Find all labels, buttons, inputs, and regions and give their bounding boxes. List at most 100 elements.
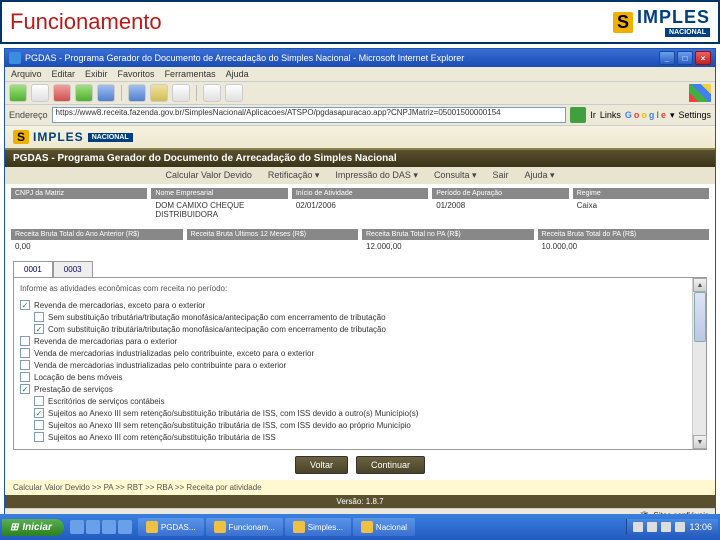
ql-icon[interactable] xyxy=(86,520,100,534)
menu-retificacao[interactable]: Retificação ▾ xyxy=(268,170,320,181)
minimize-button[interactable]: _ xyxy=(659,51,675,65)
print-icon[interactable] xyxy=(225,84,243,102)
logo-text: IMPLES xyxy=(637,7,710,28)
menu-impressao[interactable]: Impressão do DAS ▾ xyxy=(335,170,418,181)
voltar-button[interactable]: Voltar xyxy=(295,456,348,474)
forward-icon[interactable] xyxy=(31,84,49,102)
info-value: DOM CAMIXO CHEQUE DISTRIBUIDORA xyxy=(151,199,287,221)
list-item: Revenda de mercadorias, exceto para o ex… xyxy=(20,299,700,311)
quick-launch xyxy=(66,520,136,534)
checkbox-label: Com substituição tributária/tributação m… xyxy=(48,325,386,334)
checkbox[interactable] xyxy=(34,324,44,334)
checkbox[interactable] xyxy=(20,372,30,382)
checkbox[interactable] xyxy=(20,360,30,370)
list-item: Locação de bens móveis xyxy=(20,371,700,383)
taskbar-item[interactable]: Nacional xyxy=(353,518,415,536)
panel-title: Informe as atividades econômicas com rec… xyxy=(20,284,700,293)
checkbox-label: Venda de mercadorias industrializadas pe… xyxy=(34,349,314,358)
info-label: Receita Bruta Total no PA (R$) xyxy=(362,229,534,240)
info-label: Regime xyxy=(573,188,709,199)
search-icon[interactable] xyxy=(128,84,146,102)
google-toolbar[interactable]: Google xyxy=(625,110,666,120)
menu-consulta[interactable]: Consulta ▾ xyxy=(434,170,477,181)
address-input[interactable]: https://www8.receita.fazenda.gov.br/Simp… xyxy=(52,107,567,123)
app-icon xyxy=(146,521,158,533)
taskbar-item[interactable]: Simples... xyxy=(285,518,351,536)
clock: 13:06 xyxy=(689,522,712,532)
checkbox[interactable] xyxy=(34,396,44,406)
windows-flag-icon xyxy=(689,84,711,102)
continuar-button[interactable]: Continuar xyxy=(356,456,425,474)
taskbar-item[interactable]: Funcionam... xyxy=(206,518,283,536)
ie-window: PGDAS - Programa Gerador do Documento de… xyxy=(4,48,716,523)
list-item: Sujeitos ao Anexo III com retenção/subst… xyxy=(34,431,700,443)
checkbox[interactable] xyxy=(20,348,30,358)
go-button[interactable] xyxy=(570,107,586,123)
menu-arquivo[interactable]: Arquivo xyxy=(11,69,42,79)
info-label: Início de Atividade xyxy=(292,188,428,199)
tab-0001[interactable]: 0001 xyxy=(13,261,53,277)
tray-icon[interactable] xyxy=(661,522,671,532)
system-tray[interactable]: 13:06 xyxy=(626,519,718,535)
maximize-button[interactable]: □ xyxy=(677,51,693,65)
list-item: Com substituição tributária/tributação m… xyxy=(34,323,700,335)
settings-link[interactable]: Settings xyxy=(678,110,711,120)
info-value: 01/2008 xyxy=(432,199,568,212)
vertical-scrollbar[interactable]: ▲ ▼ xyxy=(692,278,706,449)
menu-favoritos[interactable]: Favoritos xyxy=(118,69,155,79)
checkbox[interactable] xyxy=(20,384,30,394)
links-label[interactable]: Links xyxy=(600,110,621,120)
checkbox[interactable] xyxy=(34,432,44,442)
tray-icon[interactable] xyxy=(633,522,643,532)
menu-editar[interactable]: Editar xyxy=(52,69,76,79)
checkbox[interactable] xyxy=(20,336,30,346)
breadcrumb-hint: Calcular Valor Devido >> PA >> RBT >> RB… xyxy=(5,480,715,495)
stop-icon[interactable] xyxy=(53,84,71,102)
scroll-down-icon[interactable]: ▼ xyxy=(693,435,707,449)
back-icon[interactable] xyxy=(9,84,27,102)
logo-sub: NACIONAL xyxy=(665,28,710,37)
tab-0003[interactable]: 0003 xyxy=(53,261,93,277)
menu-ferramentas[interactable]: Ferramentas xyxy=(165,69,216,79)
scroll-thumb[interactable] xyxy=(694,292,706,342)
info-label: CNPJ da Matriz xyxy=(11,188,147,199)
checkbox-label: Escritórios de serviços contábeis xyxy=(48,397,165,406)
address-label: Endereço xyxy=(9,110,48,120)
menu-ajuda[interactable]: Ajuda xyxy=(226,69,249,79)
ql-icon[interactable] xyxy=(70,520,84,534)
refresh-icon[interactable] xyxy=(75,84,93,102)
tray-icon[interactable] xyxy=(675,522,685,532)
info-label: Receita Bruta Últimos 12 Meses (R$) xyxy=(187,229,359,240)
favorites-icon[interactable] xyxy=(150,84,168,102)
ql-icon[interactable] xyxy=(118,520,132,534)
checkbox[interactable] xyxy=(34,312,44,322)
mail-icon[interactable] xyxy=(203,84,221,102)
checkbox[interactable] xyxy=(34,420,44,430)
taskbar-item[interactable]: PGDAS... xyxy=(138,518,204,536)
info-value xyxy=(11,199,147,203)
pgdas-header: S IMPLES NACIONAL xyxy=(5,126,715,150)
start-button[interactable]: ⊞ Iniciar xyxy=(2,519,64,536)
list-item: Venda de mercadorias industrializadas pe… xyxy=(20,347,700,359)
menu-sair[interactable]: Sair xyxy=(492,170,508,181)
checkbox-label: Venda de mercadorias industrializadas pe… xyxy=(34,361,286,370)
ql-icon[interactable] xyxy=(102,520,116,534)
home-icon[interactable] xyxy=(97,84,115,102)
checkbox-label: Revenda de mercadorias, exceto para o ex… xyxy=(34,301,205,310)
checkbox[interactable] xyxy=(20,300,30,310)
scroll-up-icon[interactable]: ▲ xyxy=(693,278,707,292)
close-button[interactable]: × xyxy=(695,51,711,65)
checkbox[interactable] xyxy=(34,408,44,418)
menu-calcular[interactable]: Calcular Valor Devido xyxy=(165,170,251,181)
tray-icon[interactable] xyxy=(647,522,657,532)
menubar: Arquivo Editar Exibir Favoritos Ferramen… xyxy=(5,67,715,82)
slide-title: Funcionamento xyxy=(10,9,162,35)
history-icon[interactable] xyxy=(172,84,190,102)
menu-ajuda2[interactable]: Ajuda ▾ xyxy=(525,170,555,181)
list-item: Sem substituição tributária/tributação m… xyxy=(34,311,700,323)
app-icon xyxy=(214,521,226,533)
checkbox-label: Revenda de mercadorias para o exterior xyxy=(34,337,177,346)
logo-s: S xyxy=(613,12,633,33)
info-row-2: Receita Bruta Total do Ano Anterior (R$)… xyxy=(5,225,715,257)
menu-exibir[interactable]: Exibir xyxy=(85,69,108,79)
